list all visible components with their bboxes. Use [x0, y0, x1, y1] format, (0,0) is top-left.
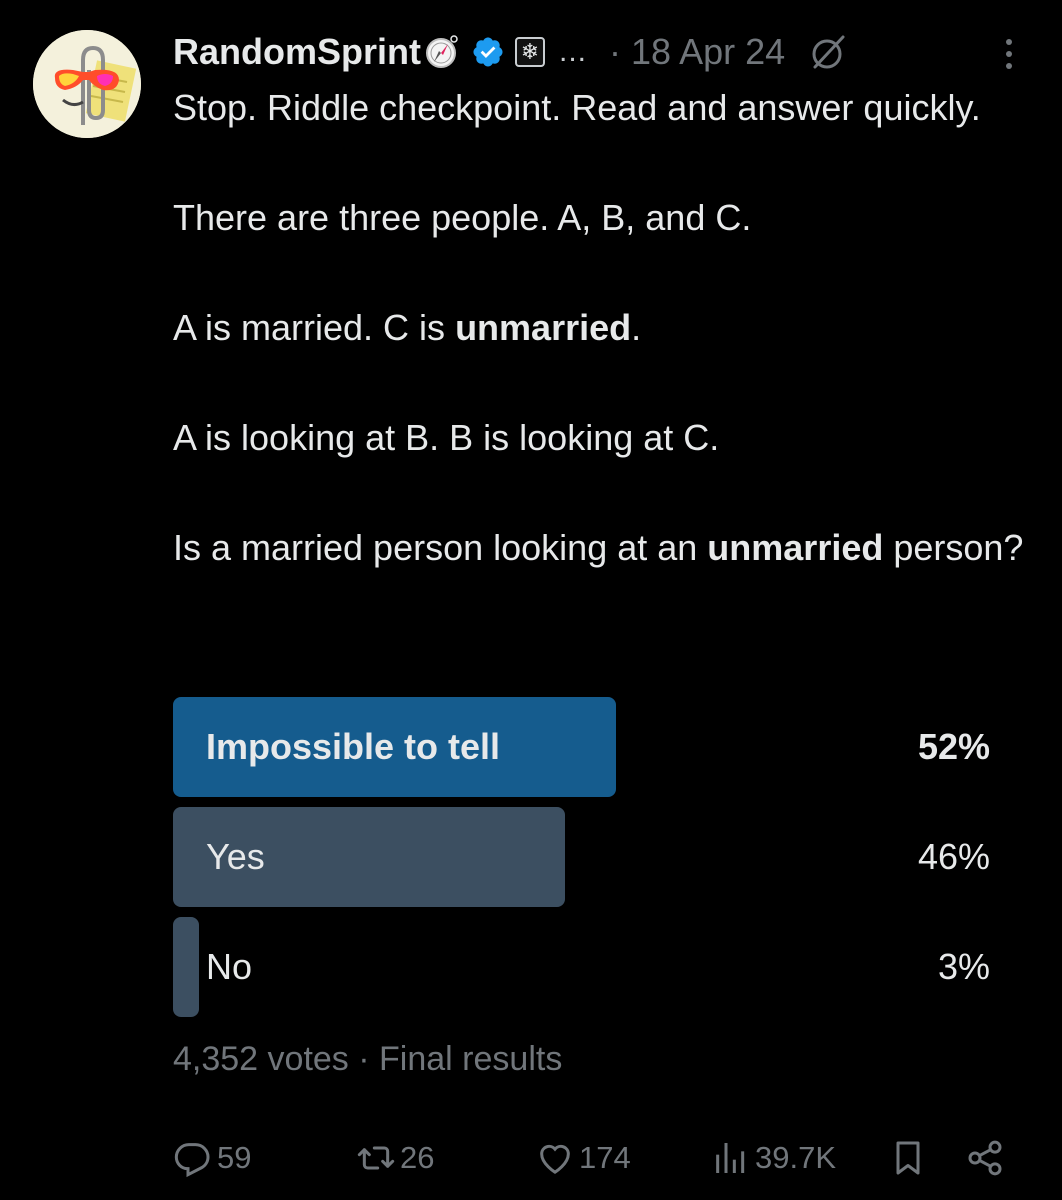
share-icon: [968, 1140, 1002, 1176]
more-options-icon[interactable]: [999, 34, 1019, 74]
poll-option-percent: 52%: [917, 726, 990, 767]
poll-separator: ·: [358, 1040, 380, 1078]
heart-icon: [540, 1144, 570, 1174]
poll-option-label: No: [206, 946, 253, 987]
grok-icon[interactable]: [807, 31, 849, 73]
poll-option: Yes 46%: [173, 807, 990, 907]
poll-status: Final results: [379, 1040, 563, 1078]
share-button[interactable]: [965, 1128, 1005, 1188]
views-button[interactable]: 39.7K: [711, 1128, 836, 1188]
like-button[interactable]: 174: [535, 1128, 631, 1188]
reply-icon: [174, 1143, 210, 1178]
compass-icon: [426, 35, 458, 68]
reply-button[interactable]: 59: [173, 1128, 251, 1188]
poll-option: Impossible to tell 52%: [173, 697, 990, 797]
action-bar: 59 26 174 39.7K: [173, 1128, 1013, 1188]
tweet-text: Stop. Riddle checkpoint. Read and answer…: [173, 80, 1033, 575]
repost-icon: [357, 1146, 395, 1170]
tweet-paragraph: Is a married person looking at an unmarr…: [173, 520, 1033, 575]
tweet-text-segment: There are three people. A, B, and C.: [173, 197, 752, 238]
poll-vote-count: 4,352 votes: [173, 1040, 349, 1078]
tweet-paragraph: Stop. Riddle checkpoint. Read and answer…: [173, 80, 1033, 135]
tweet-text-segment: Stop. Riddle checkpoint. Read and answer…: [173, 87, 981, 128]
tweet-paragraph: There are three people. A, B, and C.: [173, 190, 1033, 245]
name-truncation-ellipsis: ...: [559, 35, 588, 68]
poll-option-percent: 46%: [917, 836, 990, 877]
verified-badge-icon[interactable]: [471, 35, 505, 69]
reply-count: 59: [217, 1140, 252, 1175]
like-count: 174: [579, 1140, 631, 1175]
bookmark-button[interactable]: [888, 1128, 928, 1188]
author-name[interactable]: RandomSprint: [173, 31, 421, 73]
poll-result-bar: [173, 917, 199, 1017]
tweet-text-segment: .: [631, 307, 642, 348]
tweet-date[interactable]: · 18 Apr 24: [609, 31, 785, 73]
tweet-text-segment: A is married. C is: [173, 307, 456, 348]
bookmark-icon: [896, 1141, 920, 1175]
poll-option-label: Yes: [206, 836, 265, 877]
views-chart-icon: [716, 1143, 745, 1173]
poll-option-percent: 3%: [937, 946, 990, 987]
tweet-bold-text: unmarried: [707, 527, 884, 568]
clippy-avatar-image: [33, 30, 141, 138]
tweet-text-segment: person?: [883, 527, 1024, 568]
tweet-text-segment: A is looking at B. B is looking at C.: [173, 417, 720, 458]
view-count: 39.7K: [755, 1140, 837, 1175]
poll-meta: 4,352 votes · Final results: [173, 1040, 562, 1079]
snowflake-box-icon: ❄: [515, 37, 545, 67]
tweet-text-segment: Is a married person looking at an: [173, 527, 708, 568]
tweet-paragraph: A is married. C is unmarried.: [173, 300, 1033, 355]
avatar[interactable]: [33, 30, 141, 138]
tweet-paragraph: A is looking at B. B is looking at C.: [173, 410, 1033, 465]
poll: Impossible to tell 52% Yes 46% No 3%: [173, 697, 990, 1027]
repost-button[interactable]: 26: [356, 1128, 434, 1188]
poll-option-label: Impossible to tell: [206, 726, 501, 767]
tweet-header: RandomSprint ❄ ... · 18 Apr 24: [173, 22, 1023, 82]
poll-option: No 3%: [173, 917, 990, 1017]
tweet-bold-text: unmarried: [455, 307, 632, 348]
repost-count: 26: [400, 1140, 435, 1175]
